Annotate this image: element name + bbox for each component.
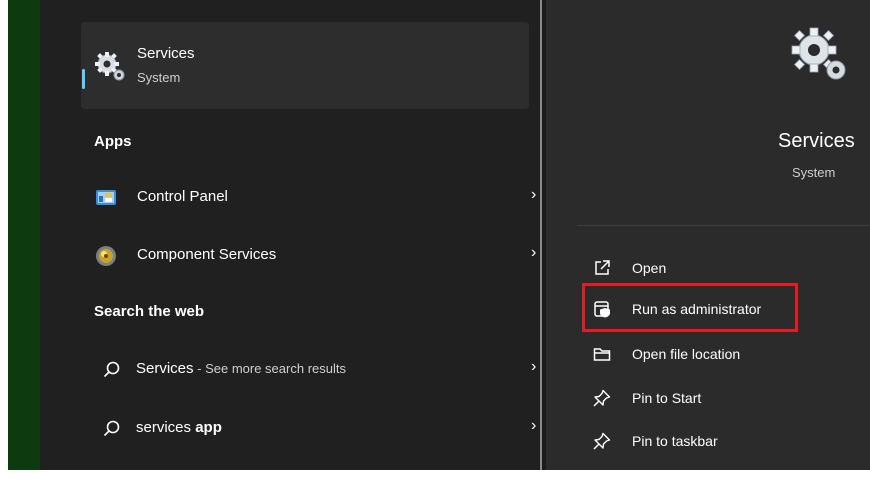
services-gears-icon xyxy=(791,27,846,80)
best-match-card[interactable]: Services System xyxy=(81,22,529,109)
action-pin-to-start[interactable]: Pin to Start xyxy=(586,384,816,414)
screenshot-frame: Services System Apps Control Panel › Com… xyxy=(0,0,870,487)
bottom-margin xyxy=(0,470,870,487)
pin-icon xyxy=(593,389,611,407)
detail-pane: Services System Open Run as administrato… xyxy=(546,0,870,470)
app-result-component-services[interactable]: Component Services › xyxy=(81,234,540,278)
chevron-right-icon[interactable]: › xyxy=(531,358,536,376)
app-label: Component Services xyxy=(137,246,277,263)
detail-title: Services xyxy=(778,130,855,152)
selection-accent-bar xyxy=(82,69,85,89)
app-label: Control Panel xyxy=(137,188,228,205)
action-pin-to-taskbar[interactable]: Pin to taskbar xyxy=(586,427,816,457)
web-result-prefix: services xyxy=(136,419,196,436)
action-open-file-location[interactable]: Open file location xyxy=(586,340,816,370)
pin-icon xyxy=(593,432,611,450)
app-result-control-panel[interactable]: Control Panel › xyxy=(81,176,540,220)
web-result-term: Services xyxy=(136,360,194,377)
search-icon xyxy=(103,361,120,378)
annotation-highlight-box xyxy=(582,283,798,332)
web-result-services-manager[interactable]: services manager › xyxy=(81,458,540,470)
action-label: Open xyxy=(632,260,667,276)
web-result-label: services app xyxy=(136,419,222,436)
chevron-right-icon[interactable]: › xyxy=(531,417,536,435)
detail-separator xyxy=(577,225,870,226)
open-external-icon xyxy=(595,260,610,275)
services-gears-icon xyxy=(95,52,125,81)
best-match-title: Services xyxy=(137,45,195,62)
web-result-services[interactable]: Services - See more search results › xyxy=(81,348,540,392)
component-services-icon xyxy=(96,246,116,266)
desktop-background-strip xyxy=(8,0,40,470)
action-open[interactable]: Open xyxy=(586,254,816,284)
detail-subtitle: System xyxy=(792,165,836,180)
web-result-label: Services - See more search results xyxy=(136,360,346,377)
chevron-right-icon[interactable]: › xyxy=(531,244,536,262)
action-label: Pin to taskbar xyxy=(632,433,718,449)
chevron-right-icon[interactable]: › xyxy=(531,186,536,204)
web-result-suffix: - See more search results xyxy=(193,361,346,376)
action-label: Open file location xyxy=(632,346,741,362)
folder-icon xyxy=(593,348,611,361)
search-results-pane: Services System Apps Control Panel › Com… xyxy=(40,0,540,470)
search-icon xyxy=(103,420,120,437)
best-match-subtitle: System xyxy=(137,70,181,85)
web-result-bold: app xyxy=(195,419,222,436)
web-section-heading: Search the web xyxy=(94,303,205,320)
control-panel-icon xyxy=(96,190,116,205)
action-label: Pin to Start xyxy=(632,390,702,406)
apps-section-heading: Apps xyxy=(94,133,132,150)
web-result-services-app[interactable]: services app › xyxy=(81,407,540,451)
